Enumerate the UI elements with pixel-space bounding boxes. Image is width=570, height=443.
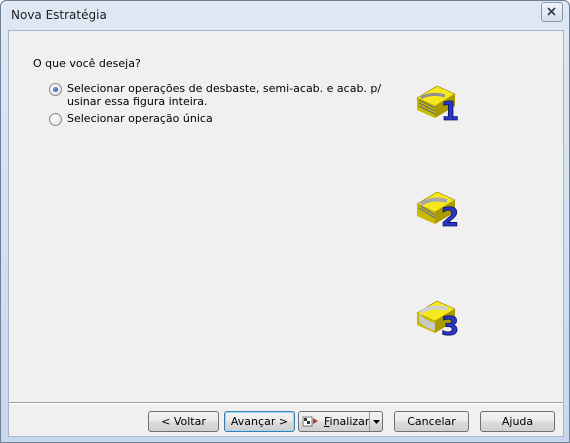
window-title: Nova Estratégia [11, 8, 107, 22]
roughing-strategy-icon: 1 [416, 85, 459, 122]
semi-finishing-strategy-icon: 2 [416, 191, 459, 228]
option-full-strategy-radio[interactable] [49, 83, 62, 96]
strategy-number-3: 3 [441, 312, 459, 337]
back-button[interactable]: < Voltar [148, 411, 219, 432]
question-label: O que você deseja? [33, 57, 141, 70]
option-single-operation-label: Selecionar operação única [67, 112, 213, 125]
option-single-operation[interactable]: Selecionar operação única [49, 112, 213, 126]
option-full-strategy-label: Selecionar operações de desbaste, semi-a… [67, 82, 382, 108]
close-icon [547, 7, 556, 16]
finish-split-button[interactable]: Finalizar [298, 411, 383, 432]
option-single-operation-radio[interactable] [49, 113, 62, 126]
cancel-button[interactable]: Cancelar [394, 411, 469, 432]
finish-dropdown-arrow[interactable] [369, 412, 382, 431]
finish-flag-icon [302, 416, 318, 426]
dialog-body: O que você deseja? Selecionar operações … [8, 30, 564, 437]
finish-button-label: Finalizar [324, 415, 370, 428]
footer-separator [9, 402, 563, 404]
strategy-number-2: 2 [441, 203, 459, 228]
dialog-window: Nova Estratégia O que você deseja? Selec… [0, 0, 570, 443]
help-button[interactable]: Ajuda [480, 411, 555, 432]
title-bar[interactable]: Nova Estratégia [1, 1, 569, 29]
chevron-down-icon [373, 420, 380, 424]
strategy-number-1: 1 [441, 97, 459, 122]
next-button[interactable]: Avançar > [224, 411, 295, 432]
finishing-strategy-icon: 3 [416, 300, 459, 337]
close-button[interactable] [541, 2, 563, 22]
option-full-strategy[interactable]: Selecionar operações de desbaste, semi-a… [49, 82, 381, 108]
